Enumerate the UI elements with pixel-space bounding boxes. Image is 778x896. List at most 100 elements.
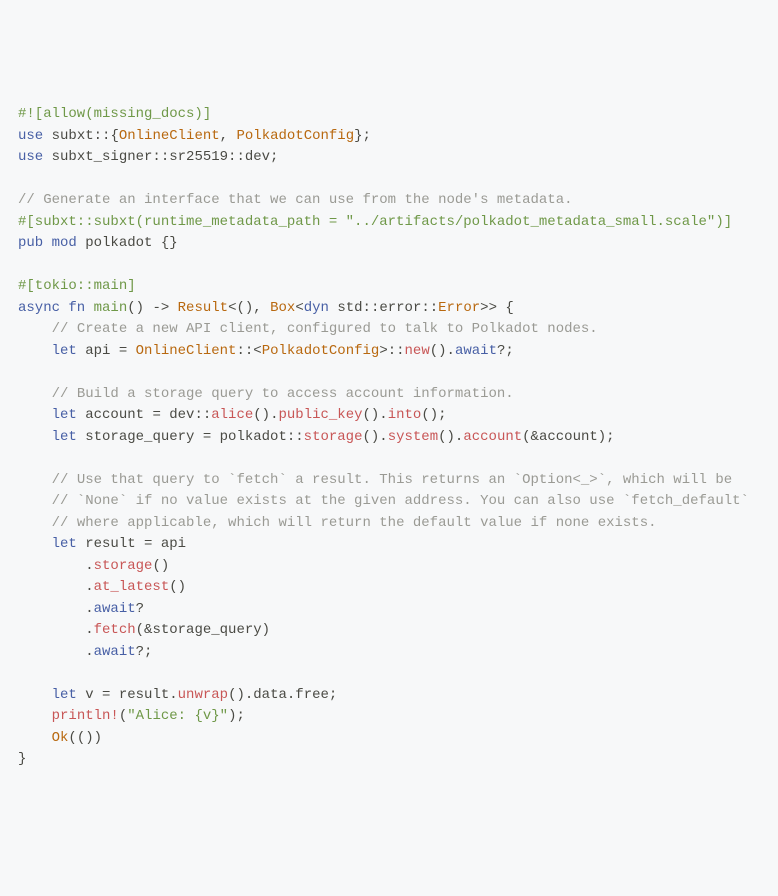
code-token: .	[18, 601, 94, 617]
code-token: Box	[270, 300, 295, 316]
code-token: storage_query = polkadot::	[77, 429, 304, 445]
code-token: };	[354, 128, 371, 144]
code-token: await	[455, 343, 497, 359]
code-token	[18, 730, 52, 746]
code-token: .	[18, 644, 94, 660]
code-token: #![allow(missing_docs)]	[18, 106, 211, 122]
code-token: {}	[161, 235, 178, 251]
code-token: storage	[94, 558, 153, 574]
code-token: at_latest	[94, 579, 170, 595]
code-token: ();	[421, 407, 446, 423]
code-token	[18, 536, 52, 552]
code-token: dyn	[304, 300, 329, 316]
code-line: // Use that query to `fetch` a result. T…	[18, 472, 732, 488]
code-token: into	[388, 407, 422, 423]
code-token: api =	[77, 343, 136, 359]
code-token: #[subxt::subxt(runtime_metadata_path = "…	[18, 214, 732, 230]
code-line: }	[18, 751, 26, 767]
code-token	[18, 321, 52, 337]
code-line: // Build a storage query to access accou…	[18, 386, 514, 402]
code-token: result = api	[77, 536, 186, 552]
code-token: Error	[438, 300, 480, 316]
code-token: () ->	[127, 300, 177, 316]
code-token: ().	[438, 429, 463, 445]
code-line: async fn main() -> Result<(), Box<dyn st…	[18, 300, 514, 316]
code-token	[18, 493, 52, 509]
code-token: }	[18, 751, 26, 767]
code-token: async fn	[18, 300, 85, 316]
code-line: #![allow(missing_docs)]	[18, 106, 211, 122]
code-token	[18, 343, 52, 359]
code-line: let v = result.unwrap().data.free;	[18, 687, 337, 703]
code-token: (&storage_query)	[136, 622, 270, 638]
code-token	[18, 472, 52, 488]
code-line: Ok(())	[18, 730, 102, 746]
code-token	[18, 708, 52, 724]
code-token: await	[94, 644, 136, 660]
code-token: subxt_signer::sr25519::dev;	[43, 149, 278, 165]
code-token: ()	[152, 558, 169, 574]
code-token: use	[18, 128, 43, 144]
code-token: use	[18, 149, 43, 165]
code-token: println!	[52, 708, 119, 724]
code-token: ().	[253, 407, 278, 423]
code-token: // `None` if no value exists at the give…	[52, 493, 749, 509]
code-token: alice	[211, 407, 253, 423]
code-token	[18, 687, 52, 703]
code-token: subxt::	[43, 128, 110, 144]
code-token: // Create a new API client, configured t…	[52, 321, 598, 337]
code-token: // Build a storage query to access accou…	[52, 386, 514, 402]
code-token: v = result.	[77, 687, 178, 703]
code-token: pub mod	[18, 235, 77, 251]
code-token: account = dev::	[77, 407, 211, 423]
code-token: PolkadotConfig	[262, 343, 380, 359]
code-line: let account = dev::alice().public_key().…	[18, 407, 447, 423]
code-token: {	[110, 128, 118, 144]
code-token: public_key	[278, 407, 362, 423]
code-token: system	[388, 429, 438, 445]
code-token: storage	[304, 429, 363, 445]
code-line: pub mod polkadot {}	[18, 235, 178, 251]
code-token: (	[119, 708, 127, 724]
code-token: // Generate an interface that we can use…	[18, 192, 573, 208]
code-token: let	[52, 687, 77, 703]
code-token: ().	[362, 429, 387, 445]
code-token: fetch	[94, 622, 136, 638]
code-token: main	[85, 300, 127, 316]
code-token: ,	[220, 128, 237, 144]
code-token: let	[52, 536, 77, 552]
code-token: ()	[169, 579, 186, 595]
code-line: .await?;	[18, 644, 152, 660]
code-token: OnlineClient	[136, 343, 237, 359]
code-line: use subxt::{OnlineClient, PolkadotConfig…	[18, 128, 371, 144]
code-line: println!("Alice: {v}");	[18, 708, 245, 724]
code-token: let	[52, 407, 77, 423]
code-token: (&account);	[522, 429, 614, 445]
code-token	[18, 429, 52, 445]
code-line: .await?	[18, 601, 144, 617]
code-token: new	[405, 343, 430, 359]
code-token: PolkadotConfig	[236, 128, 354, 144]
code-line: // Generate an interface that we can use…	[18, 192, 573, 208]
code-line: let api = OnlineClient::<PolkadotConfig>…	[18, 343, 514, 359]
code-token: await	[94, 601, 136, 617]
code-line: let storage_query = polkadot::storage().…	[18, 429, 615, 445]
code-token: );	[228, 708, 245, 724]
code-token: ().data.free;	[228, 687, 337, 703]
code-token: .	[18, 558, 94, 574]
code-token: >::	[379, 343, 404, 359]
code-line: use subxt_signer::sr25519::dev;	[18, 149, 278, 165]
code-token: // Use that query to `fetch` a result. T…	[52, 472, 733, 488]
code-line: .at_latest()	[18, 579, 186, 595]
code-token: let	[52, 343, 77, 359]
code-token: ?;	[497, 343, 514, 359]
code-token: (())	[68, 730, 102, 746]
code-token: ().	[430, 343, 455, 359]
code-line: // where applicable, which will return t…	[18, 515, 657, 531]
code-token: ?	[136, 601, 144, 617]
code-token: .	[18, 579, 94, 595]
code-token: <	[295, 300, 303, 316]
code-token: std::error::	[329, 300, 438, 316]
code-token: #[tokio::main]	[18, 278, 136, 294]
code-block: #![allow(missing_docs)] use subxt::{Onli…	[18, 104, 760, 771]
